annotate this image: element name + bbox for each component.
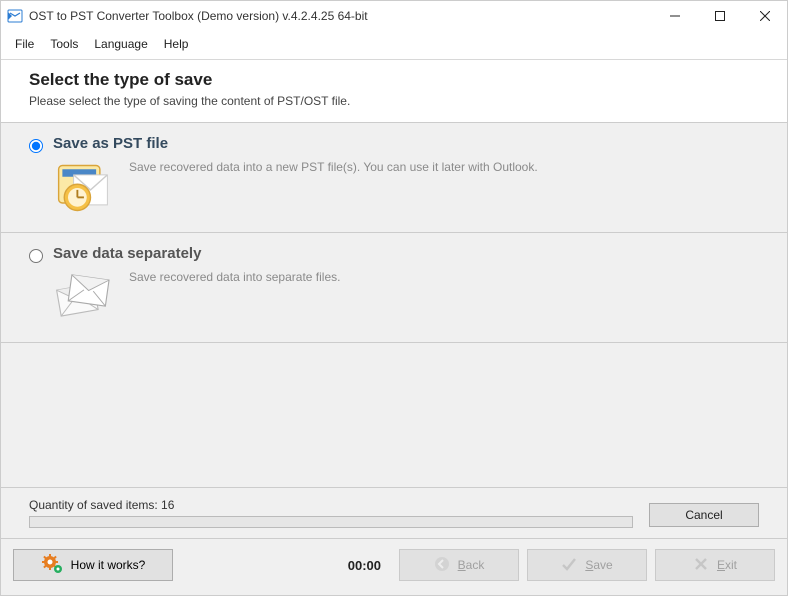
window-title: OST to PST Converter Toolbox (Demo versi… bbox=[29, 9, 652, 23]
exit-button[interactable]: Exit bbox=[655, 549, 775, 581]
option-pst-desc: Save recovered data into a new PST file(… bbox=[129, 158, 538, 174]
progress-bar bbox=[29, 516, 633, 528]
maximize-button[interactable] bbox=[697, 1, 742, 31]
timer: 00:00 bbox=[348, 558, 381, 573]
menu-file[interactable]: File bbox=[9, 35, 40, 53]
cancel-button[interactable]: Cancel bbox=[649, 503, 759, 527]
exit-icon bbox=[693, 556, 709, 575]
progress-section: Quantity of saved items: 16 Cancel bbox=[1, 488, 787, 538]
save-button[interactable]: Save bbox=[527, 549, 647, 581]
how-it-works-button[interactable]: How it works? bbox=[13, 549, 173, 581]
back-button[interactable]: Back bbox=[399, 549, 519, 581]
menu-tools[interactable]: Tools bbox=[44, 35, 84, 53]
checkmark-icon bbox=[561, 556, 577, 575]
page-title: Select the type of save bbox=[29, 70, 759, 90]
outlook-pst-icon bbox=[53, 158, 113, 218]
menu-help[interactable]: Help bbox=[158, 35, 195, 53]
radio-save-as-pst[interactable] bbox=[29, 139, 43, 153]
empty-section bbox=[1, 343, 787, 488]
how-it-works-label: How it works? bbox=[71, 558, 146, 572]
page-header: Select the type of save Please select th… bbox=[1, 60, 787, 122]
options-area: Save as PST file Save recovered data int… bbox=[1, 122, 787, 538]
option-pst-title: Save as PST file bbox=[53, 135, 759, 152]
close-button[interactable] bbox=[742, 1, 787, 31]
window-controls bbox=[652, 1, 787, 31]
footer: How it works? 00:00 Back Save Exit bbox=[1, 538, 787, 595]
app-icon bbox=[7, 8, 23, 24]
arrow-left-icon bbox=[434, 556, 450, 575]
progress-label: Quantity of saved items: 16 bbox=[29, 498, 633, 512]
page-subtitle: Please select the type of saving the con… bbox=[29, 94, 759, 108]
option-save-separately[interactable]: Save data separately bbox=[1, 233, 787, 343]
option-sep-title: Save data separately bbox=[53, 245, 759, 262]
option-save-as-pst[interactable]: Save as PST file Save recovered data int… bbox=[1, 123, 787, 233]
option-sep-desc: Save recovered data into separate files. bbox=[129, 268, 340, 284]
gear-icon bbox=[41, 554, 63, 577]
radio-save-separately[interactable] bbox=[29, 249, 43, 263]
envelopes-icon bbox=[53, 268, 113, 328]
titlebar: OST to PST Converter Toolbox (Demo versi… bbox=[1, 1, 787, 31]
menubar: File Tools Language Help bbox=[1, 31, 787, 60]
minimize-button[interactable] bbox=[652, 1, 697, 31]
menu-language[interactable]: Language bbox=[88, 35, 153, 53]
